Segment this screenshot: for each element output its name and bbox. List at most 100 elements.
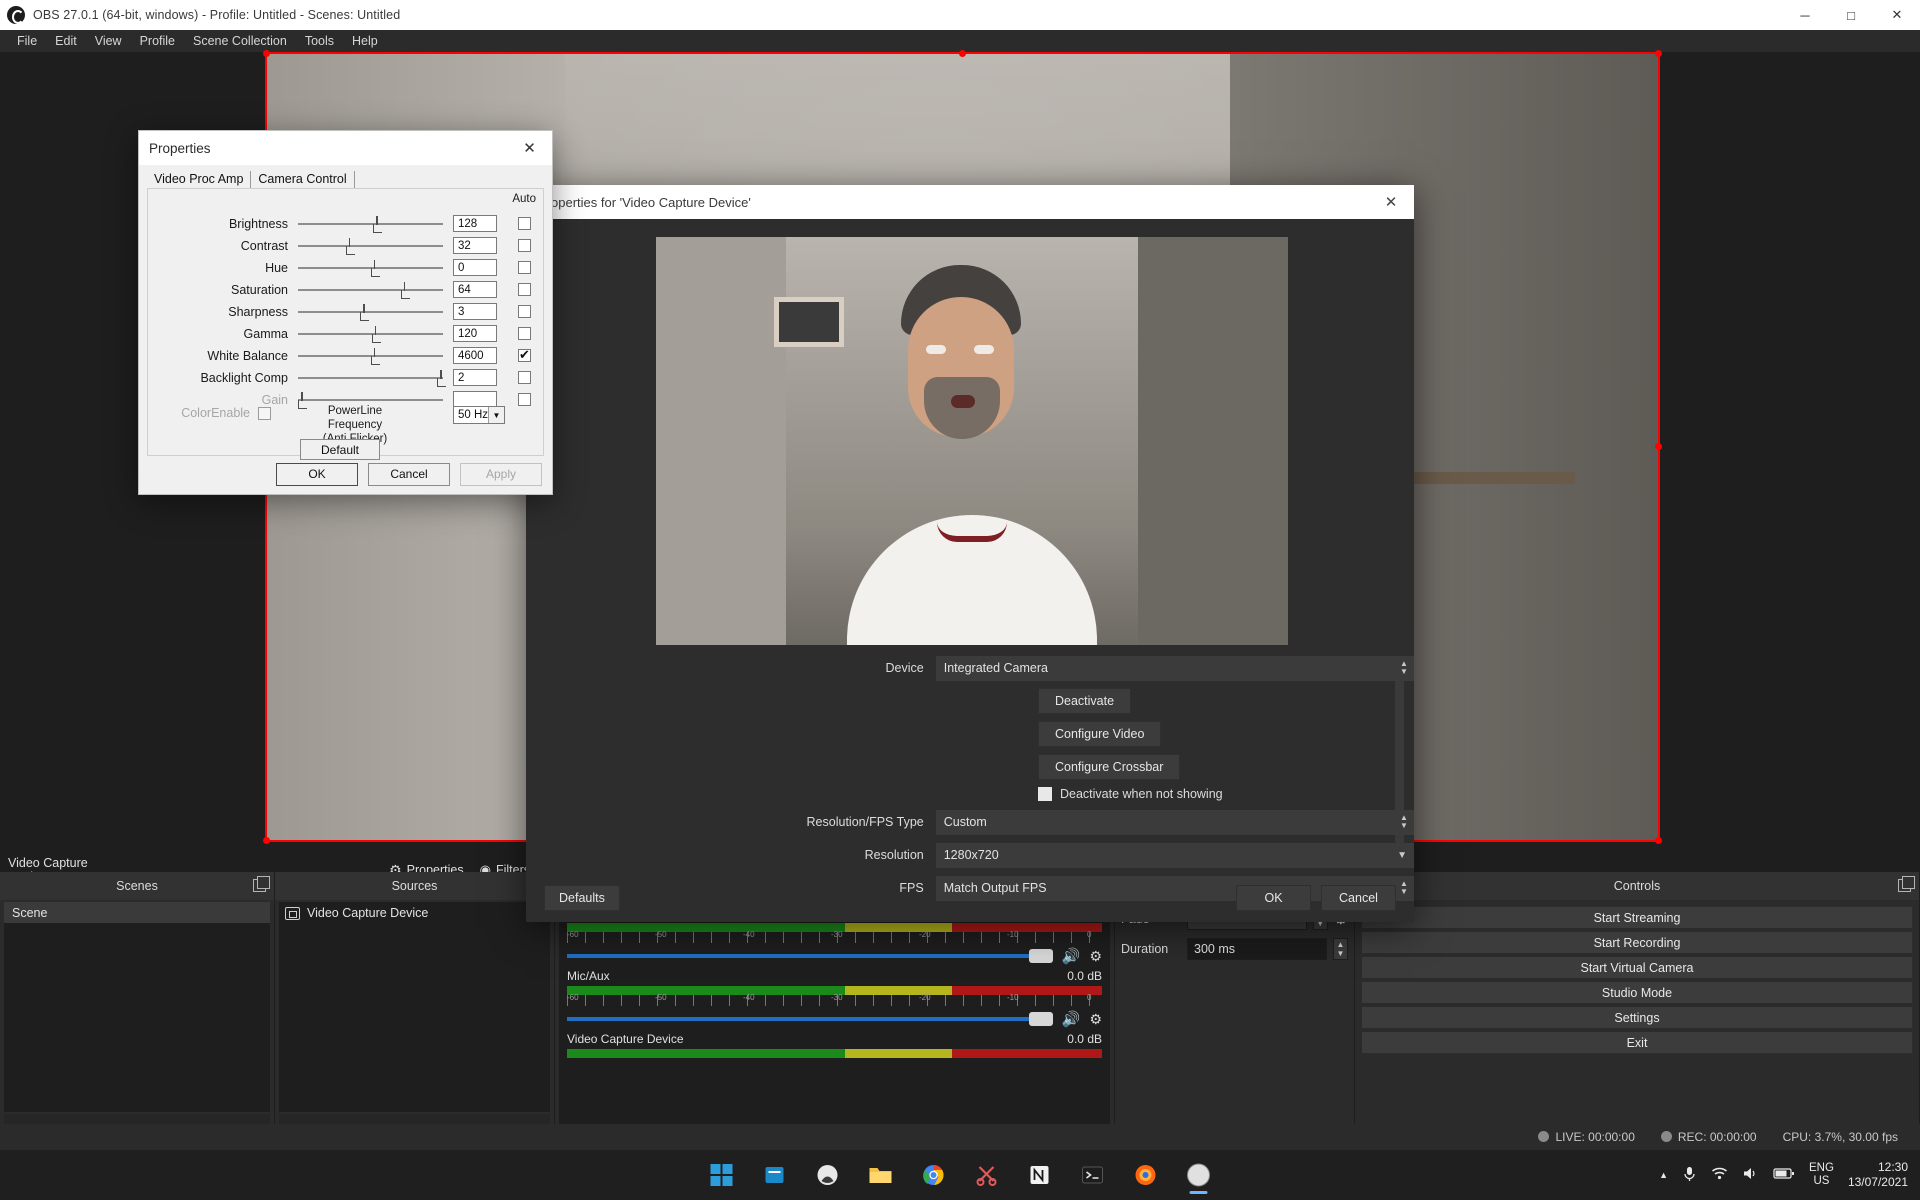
- mixer-settings-gear-icon[interactable]: ⚙: [1089, 948, 1102, 965]
- scene-list-item[interactable]: Scene: [4, 902, 270, 923]
- menu-view[interactable]: View: [86, 32, 131, 50]
- backlight-comp-auto-checkbox[interactable]: [518, 371, 531, 384]
- sharpness-auto-checkbox[interactable]: [518, 305, 531, 318]
- clock[interactable]: 12:30 13/07/2021: [1848, 1160, 1908, 1190]
- hue-slider[interactable]: [298, 260, 443, 276]
- white-balance-value[interactable]: 4600: [453, 347, 497, 364]
- wifi-icon[interactable]: [1711, 1166, 1728, 1184]
- hue-value[interactable]: 0: [453, 259, 497, 276]
- gamma-auto-checkbox[interactable]: [518, 327, 531, 340]
- vcd-cancel-button[interactable]: Cancel: [1321, 885, 1396, 911]
- volume-slider[interactable]: [567, 954, 1053, 958]
- source-list-item[interactable]: Video Capture Device: [279, 902, 550, 924]
- close-button[interactable]: ✕: [1874, 0, 1920, 30]
- backlight-comp-slider[interactable]: [298, 370, 443, 386]
- slider-thumb[interactable]: [360, 304, 368, 320]
- tab-camera-control[interactable]: Camera Control: [251, 171, 354, 188]
- duration-spinner[interactable]: ▲▼: [1333, 938, 1348, 960]
- deactivate-button[interactable]: Deactivate: [1038, 688, 1131, 714]
- white-balance-auto-checkbox[interactable]: [518, 349, 531, 362]
- contrast-slider[interactable]: [298, 238, 443, 254]
- backlight-comp-value[interactable]: 2: [453, 369, 497, 386]
- store-icon[interactable]: [755, 1155, 795, 1195]
- vcd-ok-button[interactable]: OK: [1236, 885, 1311, 911]
- studio-mode-button[interactable]: Studio Mode: [1361, 981, 1913, 1004]
- sources-list[interactable]: Video Capture Device: [279, 902, 550, 1112]
- slider-thumb[interactable]: [371, 260, 379, 276]
- saturation-value[interactable]: 64: [453, 281, 497, 298]
- maximize-button[interactable]: □: [1828, 0, 1874, 30]
- exit-button[interactable]: Exit: [1361, 1031, 1913, 1054]
- saturation-auto-checkbox[interactable]: [518, 283, 531, 296]
- menu-help[interactable]: Help: [343, 32, 387, 50]
- resfps-type-select[interactable]: Custom ▲▼: [936, 810, 1414, 835]
- slider-thumb[interactable]: [346, 238, 354, 254]
- file-explorer-icon[interactable]: [861, 1155, 901, 1195]
- tab-video-proc-amp[interactable]: Video Proc Amp: [147, 171, 251, 188]
- scenes-list[interactable]: Scene: [4, 902, 270, 1112]
- float-dock-icon[interactable]: [1898, 879, 1911, 892]
- vcd-close-button[interactable]: ✕: [1368, 185, 1414, 219]
- snip-icon[interactable]: [967, 1155, 1007, 1195]
- configure-crossbar-button[interactable]: Configure Crossbar: [1038, 754, 1180, 780]
- obs-icon[interactable]: [1179, 1155, 1219, 1195]
- notion-icon[interactable]: [1020, 1155, 1060, 1195]
- menu-tools[interactable]: Tools: [296, 32, 343, 50]
- powerline-frequency-select[interactable]: 50 Hz ▼: [453, 406, 505, 424]
- show-hidden-icons-chevron-icon[interactable]: ▲: [1659, 1170, 1668, 1180]
- start-streaming-button[interactable]: Start Streaming: [1361, 906, 1913, 929]
- gamma-value[interactable]: 120: [453, 325, 497, 342]
- resolution-combobox[interactable]: 1280x720 ▼: [936, 843, 1414, 868]
- menu-edit[interactable]: Edit: [46, 32, 86, 50]
- slider-thumb[interactable]: [373, 216, 381, 232]
- speaker-icon[interactable]: 🔊: [1062, 947, 1081, 965]
- volume-slider[interactable]: [567, 1017, 1053, 1021]
- battery-icon[interactable]: [1773, 1167, 1795, 1183]
- white-balance-slider[interactable]: [298, 348, 443, 364]
- terminal-icon[interactable]: [1073, 1155, 1113, 1195]
- start-icon[interactable]: [702, 1155, 742, 1195]
- vcd-defaults-button[interactable]: Defaults: [544, 885, 620, 911]
- hue-auto-checkbox[interactable]: [518, 261, 531, 274]
- saturation-slider[interactable]: [298, 282, 443, 298]
- volume-slider-knob[interactable]: [1029, 1012, 1053, 1026]
- brightness-value[interactable]: 128: [453, 215, 497, 232]
- proc-amp-close-button[interactable]: ✕: [507, 131, 552, 165]
- start-virtual-camera-button[interactable]: Start Virtual Camera: [1361, 956, 1913, 979]
- contrast-value[interactable]: 32: [453, 237, 497, 254]
- menu-scene-collection[interactable]: Scene Collection: [184, 32, 296, 50]
- brightness-slider[interactable]: [298, 216, 443, 232]
- duration-input[interactable]: 300 ms: [1187, 938, 1327, 960]
- device-spinner-icon[interactable]: ▲▼: [1394, 656, 1414, 681]
- xbox-icon[interactable]: [808, 1155, 848, 1195]
- menu-file[interactable]: File: [8, 32, 46, 50]
- mixer-settings-gear-icon[interactable]: ⚙: [1089, 1011, 1102, 1028]
- settings-button[interactable]: Settings: [1361, 1006, 1913, 1029]
- ok-button[interactable]: OK: [276, 463, 358, 486]
- volume-icon[interactable]: [1742, 1166, 1759, 1184]
- slider-thumb[interactable]: [437, 370, 445, 386]
- gamma-slider[interactable]: [298, 326, 443, 342]
- brightness-auto-checkbox[interactable]: [518, 217, 531, 230]
- configure-video-button[interactable]: Configure Video: [1038, 721, 1161, 747]
- sharpness-slider[interactable]: [298, 304, 443, 320]
- resfps-spinner-icon[interactable]: ▲▼: [1394, 810, 1414, 835]
- menu-profile[interactable]: Profile: [131, 32, 184, 50]
- slider-thumb[interactable]: [401, 282, 409, 298]
- microphone-icon[interactable]: [1682, 1165, 1697, 1185]
- start-recording-button[interactable]: Start Recording: [1361, 931, 1913, 954]
- chevron-down-icon[interactable]: ▼: [488, 407, 504, 423]
- deactivate-when-not-showing-checkbox[interactable]: [1038, 787, 1052, 801]
- slider-thumb[interactable]: [371, 348, 379, 364]
- contrast-auto-checkbox[interactable]: [518, 239, 531, 252]
- speaker-icon[interactable]: 🔊: [1062, 1010, 1081, 1028]
- deactivate-when-not-showing-row[interactable]: Deactivate when not showing: [1038, 787, 1414, 801]
- minimize-button[interactable]: ─: [1782, 0, 1828, 30]
- sharpness-value[interactable]: 3: [453, 303, 497, 320]
- chevron-down-icon[interactable]: ▼: [1397, 850, 1407, 861]
- chrome-icon[interactable]: [914, 1155, 954, 1195]
- language-indicator[interactable]: ENG US: [1809, 1162, 1834, 1188]
- firefox-icon[interactable]: [1126, 1155, 1166, 1195]
- cancel-button[interactable]: Cancel: [368, 463, 450, 486]
- device-select[interactable]: Integrated Camera ▲▼: [936, 656, 1414, 681]
